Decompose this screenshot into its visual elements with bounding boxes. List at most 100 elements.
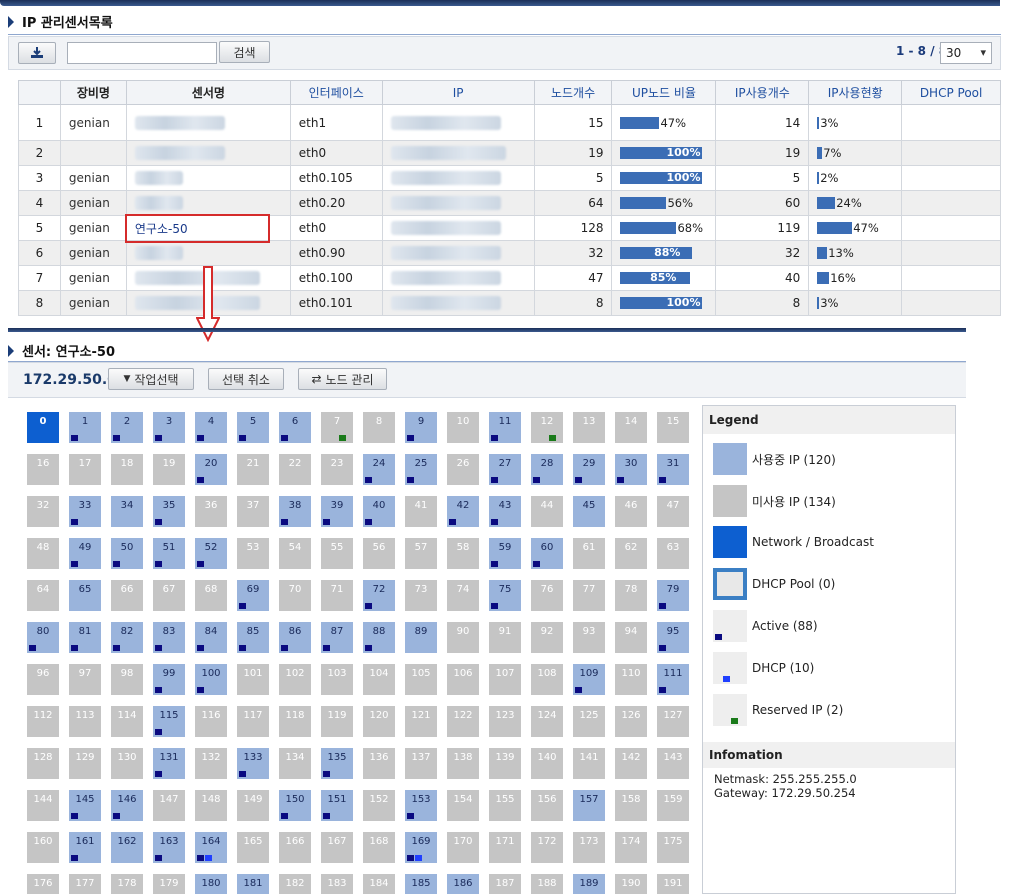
column-header[interactable]: IP사용현황 [808, 80, 903, 105]
ip-cell[interactable]: 169 [405, 832, 437, 863]
table-row[interactable]: 2 eth0 19 100% 19 7% [18, 140, 1001, 166]
ip-cell[interactable]: 58 [447, 538, 479, 569]
ip-cell[interactable]: 109 [573, 664, 605, 695]
ip-cell[interactable]: 138 [447, 748, 479, 779]
ip-cell[interactable]: 52 [195, 538, 227, 569]
ip-cell[interactable]: 17 [69, 454, 101, 485]
ip-cell[interactable]: 160 [27, 832, 59, 863]
ip-cell[interactable]: 137 [405, 748, 437, 779]
deselect-button[interactable]: 선택 취소 [208, 368, 284, 390]
ip-cell[interactable]: 163 [153, 832, 185, 863]
ip-cell[interactable]: 24 [363, 454, 395, 485]
ip-cell[interactable]: 140 [531, 748, 563, 779]
ip-cell[interactable]: 89 [405, 622, 437, 653]
ip-cell[interactable]: 101 [237, 664, 269, 695]
ip-cell[interactable]: 118 [279, 706, 311, 737]
ip-cell[interactable]: 167 [321, 832, 353, 863]
ip-cell[interactable]: 66 [111, 580, 143, 611]
ip-cell[interactable]: 111 [657, 664, 689, 695]
ip-cell[interactable]: 80 [27, 622, 59, 653]
ip-cell[interactable]: 28 [531, 454, 563, 485]
search-button[interactable]: 검색 [219, 41, 270, 63]
ip-cell[interactable]: 1 [69, 412, 101, 443]
ip-cell[interactable]: 128 [27, 748, 59, 779]
ip-cell[interactable]: 33 [69, 496, 101, 527]
table-row[interactable]: 6 genian eth0.90 32 88% 32 13% [18, 240, 1001, 266]
ip-cell[interactable]: 78 [615, 580, 647, 611]
ip-cell[interactable]: 50 [111, 538, 143, 569]
page-size-select[interactable]: 30 [940, 42, 992, 64]
ip-cell[interactable]: 82 [111, 622, 143, 653]
ip-cell[interactable]: 5 [237, 412, 269, 443]
ip-cell[interactable]: 22 [279, 454, 311, 485]
ip-cell[interactable]: 96 [27, 664, 59, 695]
ip-cell[interactable]: 69 [237, 580, 269, 611]
ip-cell[interactable]: 123 [489, 706, 521, 737]
ip-cell[interactable]: 84 [195, 622, 227, 653]
ip-cell[interactable]: 46 [615, 496, 647, 527]
ip-cell[interactable]: 59 [489, 538, 521, 569]
ip-cell[interactable]: 74 [447, 580, 479, 611]
ip-cell[interactable]: 134 [279, 748, 311, 779]
ip-cell[interactable]: 189 [573, 874, 605, 894]
ip-cell[interactable]: 135 [321, 748, 353, 779]
ip-cell[interactable]: 188 [531, 874, 563, 894]
ip-cell[interactable]: 95 [657, 622, 689, 653]
ip-cell[interactable]: 90 [447, 622, 479, 653]
ip-cell[interactable]: 184 [363, 874, 395, 894]
ip-cell[interactable]: 54 [279, 538, 311, 569]
node-manage-button[interactable]: ⇄ 노드 관리 [298, 368, 387, 390]
ip-cell[interactable]: 45 [573, 496, 605, 527]
ip-cell[interactable]: 154 [447, 790, 479, 821]
ip-cell[interactable]: 191 [657, 874, 689, 894]
ip-cell[interactable]: 77 [573, 580, 605, 611]
collapse-triangle-icon[interactable] [8, 15, 14, 28]
ip-cell[interactable]: 130 [111, 748, 143, 779]
column-header[interactable]: DHCP Pool [901, 80, 1001, 105]
search-input[interactable] [67, 42, 217, 64]
ip-cell[interactable]: 39 [321, 496, 353, 527]
ip-cell[interactable]: 25 [405, 454, 437, 485]
ip-cell[interactable]: 67 [153, 580, 185, 611]
table-row[interactable]: 4 genian eth0.20 64 56% 60 24% [18, 190, 1001, 216]
ip-cell[interactable]: 27 [489, 454, 521, 485]
ip-cell[interactable]: 92 [531, 622, 563, 653]
ip-cell[interactable]: 53 [237, 538, 269, 569]
ip-cell[interactable]: 99 [153, 664, 185, 695]
ip-cell[interactable]: 86 [279, 622, 311, 653]
ip-cell[interactable]: 55 [321, 538, 353, 569]
ip-cell[interactable]: 108 [531, 664, 563, 695]
ip-cell[interactable]: 21 [237, 454, 269, 485]
table-row[interactable]: 1 genian eth1 15 47% 14 3% [18, 104, 1001, 141]
ip-cell[interactable]: 149 [237, 790, 269, 821]
ip-cell[interactable]: 121 [405, 706, 437, 737]
ip-cell[interactable]: 166 [279, 832, 311, 863]
ip-cell[interactable]: 8 [363, 412, 395, 443]
ip-cell[interactable]: 110 [615, 664, 647, 695]
ip-cell[interactable]: 133 [237, 748, 269, 779]
ip-cell[interactable]: 36 [195, 496, 227, 527]
ip-cell[interactable]: 31 [657, 454, 689, 485]
ip-cell[interactable]: 183 [321, 874, 353, 894]
ip-cell[interactable]: 126 [615, 706, 647, 737]
ip-cell[interactable]: 10 [447, 412, 479, 443]
ip-cell[interactable]: 42 [447, 496, 479, 527]
ip-cell[interactable]: 75 [489, 580, 521, 611]
ip-cell[interactable]: 56 [363, 538, 395, 569]
ip-cell[interactable]: 76 [531, 580, 563, 611]
ip-cell[interactable]: 51 [153, 538, 185, 569]
ip-cell[interactable]: 73 [405, 580, 437, 611]
ip-cell[interactable]: 180 [195, 874, 227, 894]
ip-cell[interactable]: 136 [363, 748, 395, 779]
ip-cell[interactable]: 132 [195, 748, 227, 779]
ip-cell[interactable]: 155 [489, 790, 521, 821]
ip-cell[interactable]: 116 [195, 706, 227, 737]
column-header[interactable]: 장비명 [59, 80, 127, 105]
ip-cell[interactable]: 71 [321, 580, 353, 611]
ip-cell[interactable]: 7 [321, 412, 353, 443]
ip-cell[interactable]: 113 [69, 706, 101, 737]
ip-cell[interactable]: 68 [195, 580, 227, 611]
column-header[interactable] [18, 80, 61, 105]
ip-cell[interactable]: 61 [573, 538, 605, 569]
ip-cell[interactable]: 159 [657, 790, 689, 821]
